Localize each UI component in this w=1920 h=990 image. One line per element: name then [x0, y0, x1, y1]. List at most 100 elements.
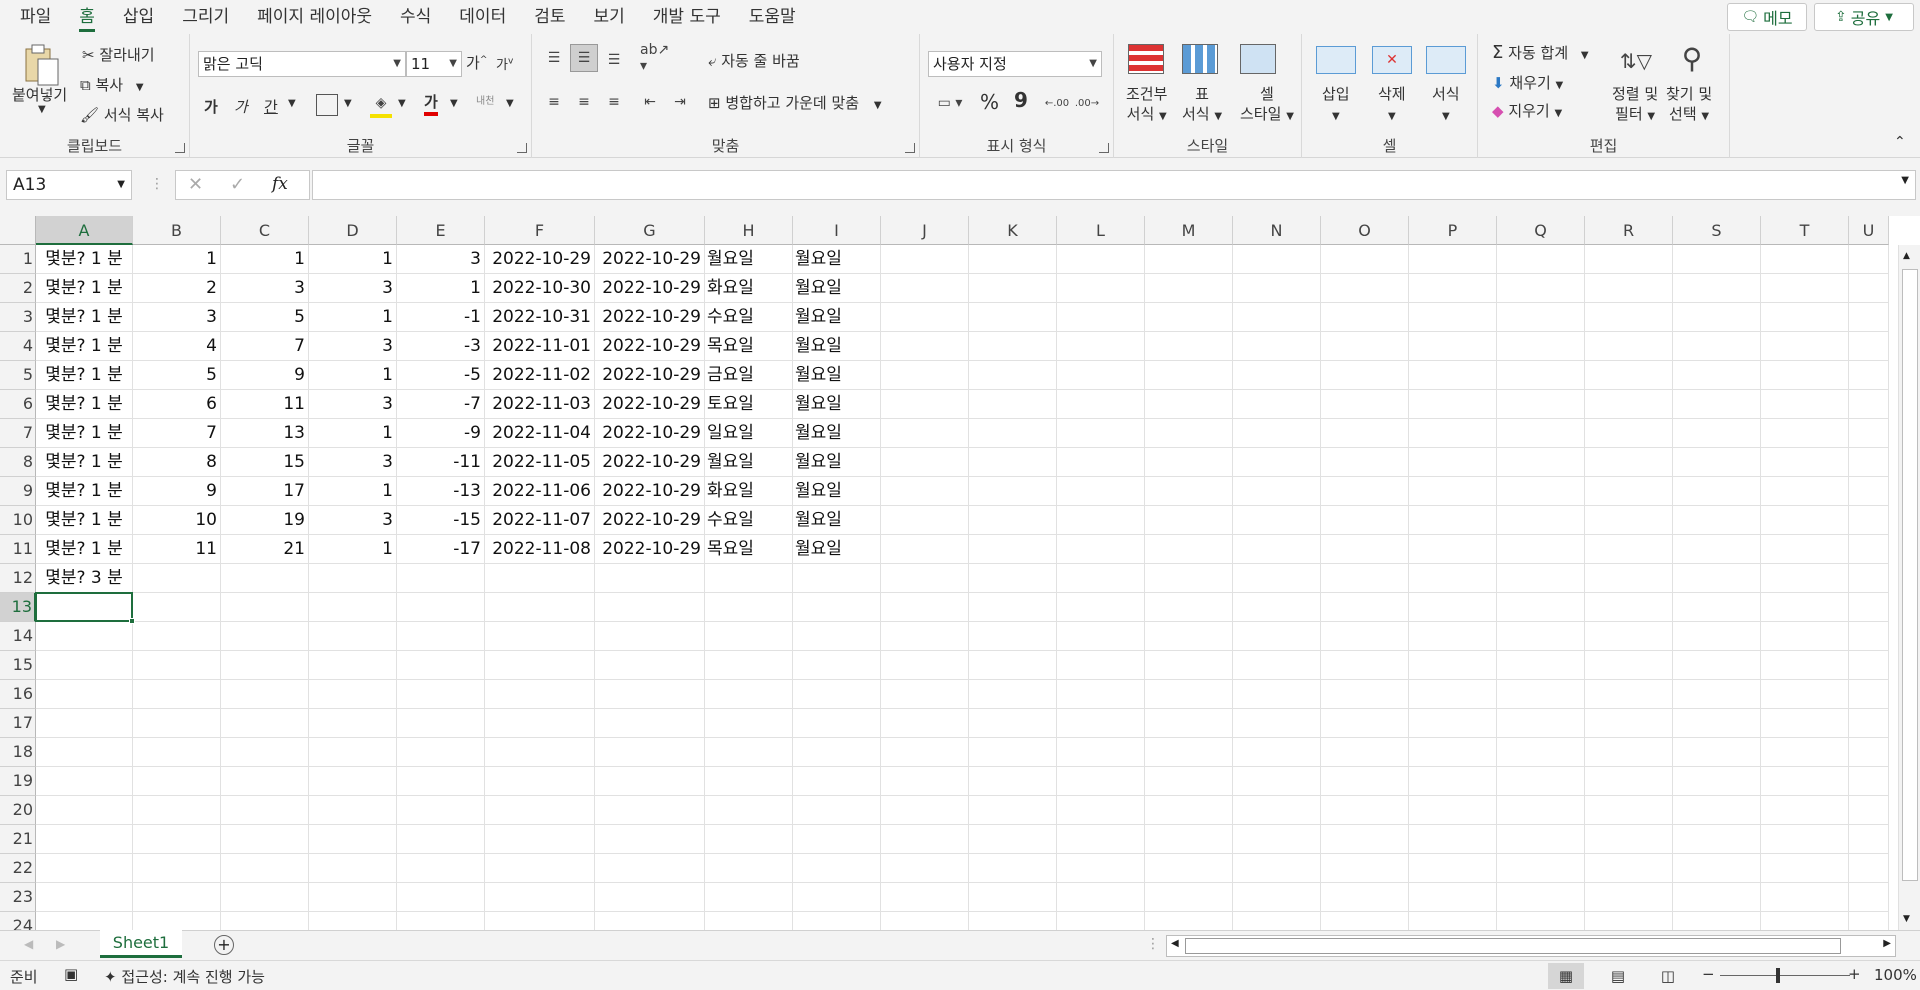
cell[interactable]	[1849, 303, 1889, 332]
cell[interactable]	[1497, 622, 1585, 651]
cell[interactable]	[1761, 535, 1849, 564]
cell[interactable]	[969, 883, 1057, 912]
cell[interactable]	[881, 825, 969, 854]
column-header[interactable]: Q	[1497, 216, 1585, 245]
cell[interactable]	[1849, 419, 1889, 448]
cell[interactable]: 7	[221, 332, 309, 361]
cell[interactable]: 2022-10-29	[595, 419, 705, 448]
menu-tab[interactable]: 개발 도구	[639, 0, 735, 34]
cell[interactable]	[133, 622, 221, 651]
find-select-button[interactable]: 찾기 및 선택 ▼	[1666, 84, 1712, 127]
cell[interactable]	[793, 593, 881, 622]
cell[interactable]	[1673, 854, 1761, 883]
cell[interactable]: 13	[221, 419, 309, 448]
cell[interactable]	[881, 767, 969, 796]
row-header[interactable]: 22	[0, 854, 36, 883]
cell[interactable]	[1585, 448, 1673, 477]
cell[interactable]	[1145, 738, 1233, 767]
format-table-button[interactable]: 표 서식 ▼	[1182, 84, 1222, 127]
column-header[interactable]: D	[309, 216, 397, 245]
cell[interactable]	[1233, 361, 1321, 390]
cell[interactable]: 17	[221, 477, 309, 506]
column-header[interactable]: S	[1673, 216, 1761, 245]
cell[interactable]	[1497, 506, 1585, 535]
cell[interactable]	[485, 767, 595, 796]
cell[interactable]	[1409, 419, 1497, 448]
row-header[interactable]: 10	[0, 506, 36, 535]
cell[interactable]	[881, 390, 969, 419]
cell[interactable]: 1	[309, 535, 397, 564]
cell[interactable]	[969, 796, 1057, 825]
cell[interactable]	[1057, 883, 1145, 912]
cell[interactable]	[969, 825, 1057, 854]
cell[interactable]	[1849, 593, 1889, 622]
row-header[interactable]: 2	[0, 274, 36, 303]
cell[interactable]: -7	[397, 390, 485, 419]
column-header[interactable]: K	[969, 216, 1057, 245]
cell[interactable]	[1321, 303, 1409, 332]
column-header[interactable]: P	[1409, 216, 1497, 245]
cell[interactable]	[1057, 274, 1145, 303]
cell[interactable]	[397, 593, 485, 622]
cell[interactable]	[1321, 796, 1409, 825]
cell[interactable]	[1233, 825, 1321, 854]
column-header[interactable]: J	[881, 216, 969, 245]
cell[interactable]	[485, 796, 595, 825]
cell[interactable]	[595, 564, 705, 593]
cell[interactable]	[705, 796, 793, 825]
cell[interactable]	[1321, 593, 1409, 622]
cell[interactable]	[1409, 680, 1497, 709]
delete-cells-icon[interactable]: ✕	[1372, 46, 1412, 74]
cell[interactable]	[881, 680, 969, 709]
cell[interactable]: 2022-10-31	[485, 303, 595, 332]
cell[interactable]: 10	[133, 506, 221, 535]
cell[interactable]: 3	[309, 506, 397, 535]
cell[interactable]	[1057, 651, 1145, 680]
cell[interactable]	[1761, 883, 1849, 912]
add-sheet-icon[interactable]: +	[214, 935, 234, 955]
cell[interactable]: 11	[221, 390, 309, 419]
cell[interactable]	[133, 738, 221, 767]
cell[interactable]	[1409, 564, 1497, 593]
cell[interactable]	[1233, 912, 1321, 930]
cell[interactable]	[1849, 883, 1889, 912]
row-header[interactable]: 5	[0, 361, 36, 390]
cell[interactable]	[1145, 245, 1233, 274]
cell[interactable]	[705, 622, 793, 651]
fill-button[interactable]: ⬇ 채우기 ▼	[1492, 72, 1563, 93]
cell[interactable]	[1233, 593, 1321, 622]
cell[interactable]	[881, 419, 969, 448]
cell[interactable]	[969, 564, 1057, 593]
cell[interactable]	[1673, 709, 1761, 738]
cell[interactable]	[705, 651, 793, 680]
scroll-down-icon[interactable]: ▼	[1903, 914, 1910, 924]
cell[interactable]	[1673, 883, 1761, 912]
cell[interactable]	[595, 709, 705, 738]
currency-icon[interactable]: ▭ ▾	[930, 90, 970, 116]
cell[interactable]	[1761, 477, 1849, 506]
cell[interactable]	[1233, 738, 1321, 767]
cell[interactable]	[969, 245, 1057, 274]
cell[interactable]	[1145, 593, 1233, 622]
cell[interactable]	[793, 767, 881, 796]
cell[interactable]	[1321, 448, 1409, 477]
cell[interactable]	[221, 680, 309, 709]
cell[interactable]	[1321, 274, 1409, 303]
cell[interactable]	[1057, 506, 1145, 535]
cell[interactable]	[133, 767, 221, 796]
cell[interactable]	[969, 535, 1057, 564]
cell[interactable]	[793, 825, 881, 854]
cell[interactable]: -3	[397, 332, 485, 361]
cell[interactable]: 목요일	[705, 332, 793, 361]
cell[interactable]	[1233, 390, 1321, 419]
cell[interactable]: 8	[133, 448, 221, 477]
sort-filter-icon[interactable]: ⇅▽	[1618, 46, 1654, 76]
column-header[interactable]: B	[133, 216, 221, 245]
row-header[interactable]: 1	[0, 245, 36, 274]
cell[interactable]	[1321, 332, 1409, 361]
cell[interactable]	[36, 796, 133, 825]
cancel-icon[interactable]: ✕	[188, 174, 203, 195]
active-cell-outline[interactable]	[35, 592, 133, 622]
cell[interactable]	[1145, 883, 1233, 912]
cell[interactable]	[1585, 245, 1673, 274]
